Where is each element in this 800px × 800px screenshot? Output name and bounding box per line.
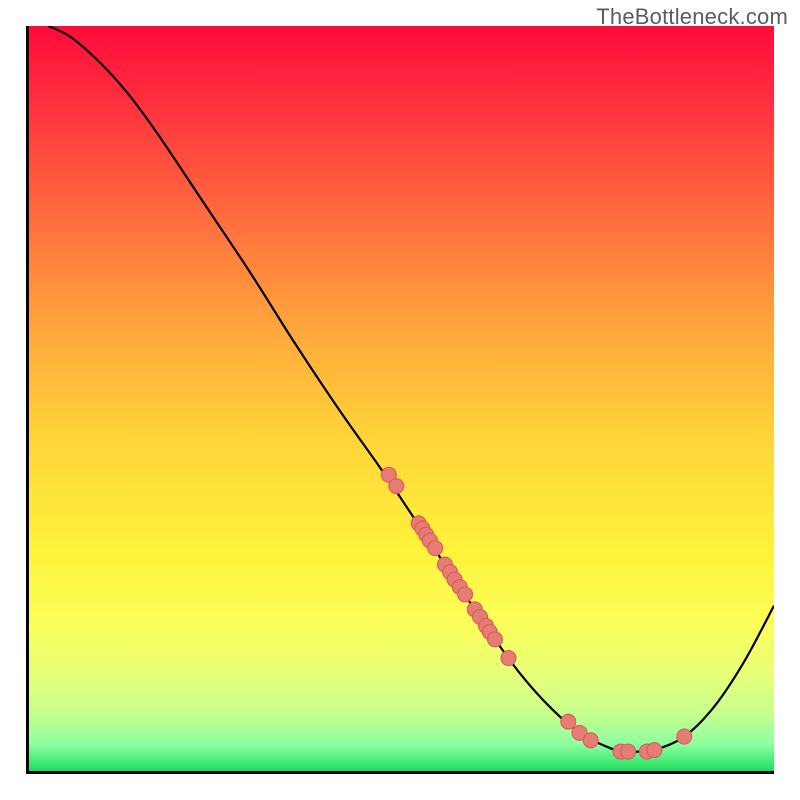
data-point: [488, 632, 503, 647]
data-point: [561, 714, 576, 729]
plot-area: [26, 26, 774, 774]
data-point: [677, 729, 692, 744]
watermark-text: TheBottleneck.com: [596, 4, 788, 30]
data-point: [621, 744, 636, 759]
bottleneck-curve: [48, 26, 774, 752]
data-point: [389, 479, 404, 494]
data-point: [458, 587, 473, 602]
chart-svg: [26, 26, 774, 774]
data-points-group: [381, 467, 691, 759]
chart-frame: TheBottleneck.com: [0, 0, 800, 800]
data-point: [428, 541, 443, 556]
data-point: [647, 743, 662, 758]
data-point: [583, 733, 598, 748]
data-point: [501, 651, 516, 666]
